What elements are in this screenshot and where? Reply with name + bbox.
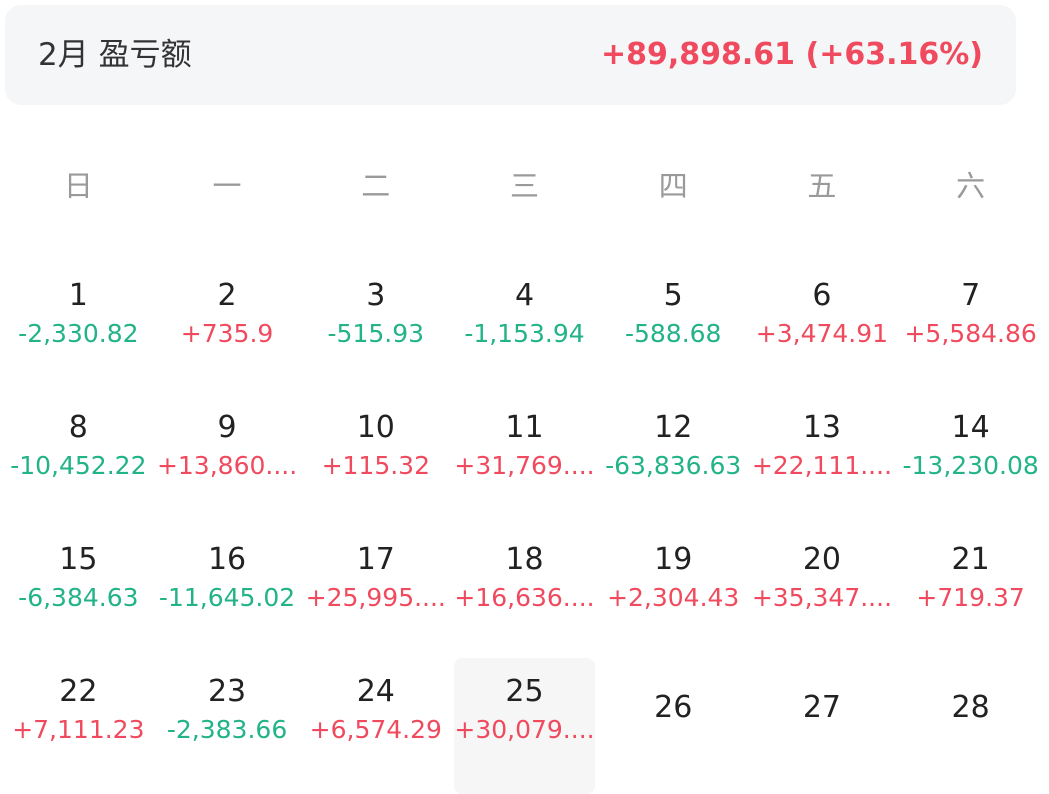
- day-pnl-value: +3,474.91: [755, 319, 889, 348]
- day-number: 9: [217, 410, 237, 445]
- calendar-day-12[interactable]: 12 -63,836.63: [599, 394, 748, 526]
- weekday-header: 日 一 二 三 四 五 六: [4, 160, 1045, 212]
- summary-title: 2月 盈亏额: [38, 37, 192, 73]
- day-number: 28: [951, 690, 990, 725]
- day-number: 22: [59, 674, 98, 709]
- calendar-day-18[interactable]: 18 +16,636....: [450, 526, 599, 658]
- calendar-day-9[interactable]: 9 +13,860....: [153, 394, 302, 526]
- calendar-day-27[interactable]: 27: [748, 658, 897, 790]
- day-number: 15: [59, 542, 98, 577]
- day-pnl-value: +31,769....: [454, 451, 595, 480]
- day-pnl-value: -2,330.82: [18, 319, 139, 348]
- weekday-thu: 四: [658, 169, 688, 203]
- calendar-day-23[interactable]: 23 -2,383.66: [153, 658, 302, 790]
- calendar-day-5[interactable]: 5 -588.68: [599, 262, 748, 394]
- day-pnl-value: +16,636....: [454, 583, 595, 612]
- weekday-sun: 日: [63, 169, 93, 203]
- day-pnl-value: +30,079....: [454, 715, 595, 744]
- day-pnl-value: +6,574.29: [309, 715, 442, 744]
- weekday-wed: 三: [509, 169, 539, 203]
- calendar-day-26[interactable]: 26: [599, 658, 748, 790]
- calendar-day-2[interactable]: 2 +735.9: [153, 262, 302, 394]
- day-pnl-value: -13,230.08: [902, 451, 1039, 480]
- day-number: 25: [505, 674, 544, 709]
- calendar-day-8[interactable]: 8 -10,452.22: [4, 394, 153, 526]
- calendar-day-3[interactable]: 3 -515.93: [301, 262, 450, 394]
- calendar-day-20[interactable]: 20 +35,347....: [748, 526, 897, 658]
- calendar-day-28[interactable]: 28: [896, 658, 1045, 790]
- day-pnl-value: -63,836.63: [605, 451, 742, 480]
- day-pnl-value: +25,995....: [305, 583, 446, 612]
- day-number: 24: [356, 674, 395, 709]
- day-pnl-value: +35,347....: [751, 583, 893, 612]
- calendar-day-19[interactable]: 19 +2,304.43: [599, 526, 748, 658]
- day-number: 17: [356, 542, 395, 577]
- day-number: 27: [802, 690, 842, 725]
- day-number: 20: [802, 542, 842, 577]
- calendar-day-16[interactable]: 16 -11,645.02: [153, 526, 302, 658]
- day-pnl-value: +115.32: [321, 451, 430, 480]
- summary-value: +89,898.61 (+63.16%): [600, 37, 983, 72]
- weekday-mon: 一: [212, 169, 242, 203]
- calendar-day-10[interactable]: 10 +115.32: [301, 394, 450, 526]
- day-pnl-value: +719.37: [916, 583, 1025, 612]
- day-pnl-value: -10,452.22: [10, 451, 147, 480]
- day-number: 19: [654, 542, 693, 577]
- weekday-tue: 二: [361, 169, 391, 203]
- day-number: 11: [505, 410, 544, 445]
- calendar-day-1[interactable]: 1 -2,330.82: [4, 262, 153, 394]
- day-pnl-value: -6,384.63: [18, 583, 139, 612]
- calendar-day-17[interactable]: 17 +25,995....: [301, 526, 450, 658]
- day-number: 3: [366, 278, 386, 313]
- day-number: 1: [68, 278, 88, 313]
- day-pnl-value: +5,584.86: [904, 319, 1037, 348]
- calendar-day-6[interactable]: 6 +3,474.91: [748, 262, 897, 394]
- calendar-day-15[interactable]: 15 -6,384.63: [4, 526, 153, 658]
- day-number: 14: [951, 410, 990, 445]
- day-pnl-value: +7,111.23: [12, 715, 145, 744]
- day-number: 4: [514, 278, 535, 313]
- day-number: 16: [207, 542, 247, 577]
- day-pnl-value: -11,645.02: [158, 583, 296, 612]
- calendar-day-14[interactable]: 14 -13,230.08: [896, 394, 1045, 526]
- day-number: 2: [217, 278, 237, 313]
- day-pnl-value: -2,383.66: [166, 715, 288, 744]
- day-number: 10: [356, 410, 395, 445]
- calendar-day-7[interactable]: 7 +5,584.86: [896, 262, 1045, 394]
- calendar-day-25[interactable]: 25 +30,079....: [454, 658, 595, 794]
- day-pnl-value: -588.68: [624, 319, 722, 348]
- calendar-day-21[interactable]: 21 +719.37: [896, 526, 1045, 658]
- day-number: 18: [505, 542, 544, 577]
- calendar-day-11[interactable]: 11 +31,769....: [450, 394, 599, 526]
- day-pnl-value: +22,111....: [751, 451, 893, 480]
- day-number: 5: [663, 278, 683, 313]
- day-number: 7: [961, 278, 981, 313]
- calendar-day-22[interactable]: 22 +7,111.23: [4, 658, 153, 790]
- day-number: 6: [812, 278, 832, 313]
- weekday-sat: 六: [956, 169, 986, 203]
- day-number: 26: [654, 690, 693, 725]
- weekday-fri: 五: [807, 169, 837, 203]
- calendar-day-13[interactable]: 13 +22,111....: [748, 394, 897, 526]
- day-pnl-value: -1,153.94: [464, 319, 585, 348]
- day-number: 23: [207, 674, 247, 709]
- day-pnl-value: +735.9: [180, 319, 274, 348]
- day-number: 8: [68, 410, 88, 445]
- calendar-grid: 1 -2,330.82 2 +735.9 3 -515.93 4 -1,153.94 5 -588…: [4, 262, 1045, 794]
- day-pnl-value: +2,304.43: [607, 583, 740, 612]
- monthly-pnl-summary: 2月 盈亏额 +89,898.61 (+63.16%): [5, 5, 1016, 105]
- calendar-day-24[interactable]: 24 +6,574.29: [301, 658, 450, 790]
- day-number: 13: [802, 410, 842, 445]
- day-pnl-value: +13,860....: [156, 451, 298, 480]
- calendar-day-4[interactable]: 4 -1,153.94: [450, 262, 599, 394]
- day-number: 21: [951, 542, 990, 577]
- day-pnl-value: -515.93: [327, 319, 425, 348]
- day-number: 12: [654, 410, 693, 445]
